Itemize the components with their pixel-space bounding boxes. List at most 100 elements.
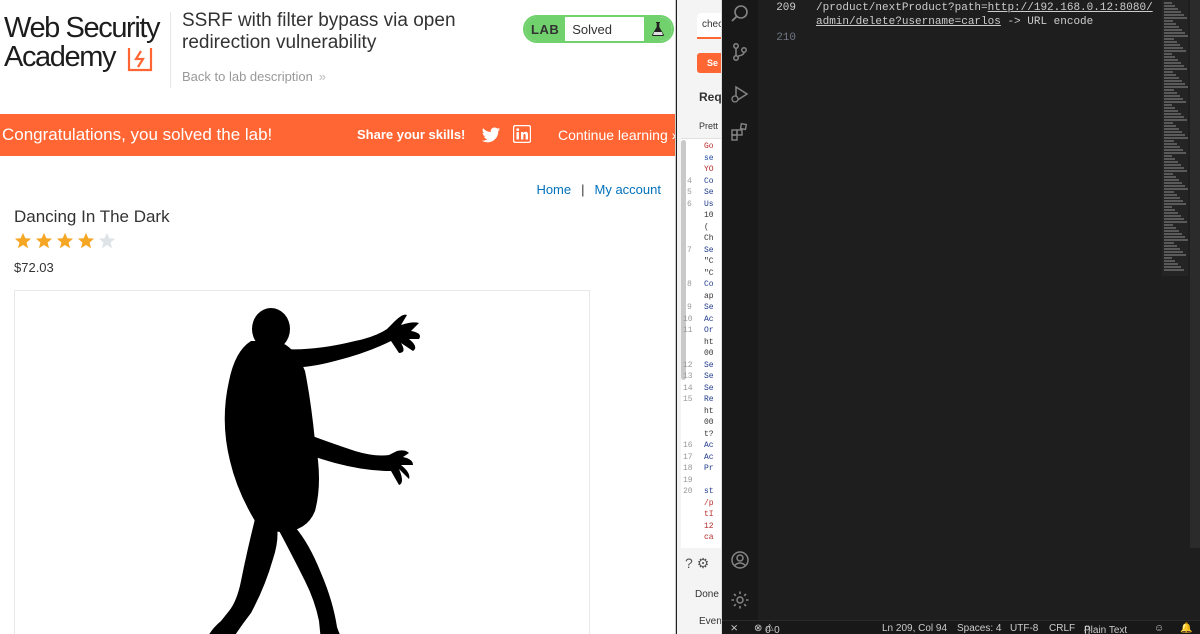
minimap-line	[1164, 38, 1174, 40]
request-line-text: Se	[704, 188, 714, 197]
share-skills-label: Share your skills!	[357, 127, 466, 142]
repeater-tab[interactable]: chec	[697, 13, 721, 37]
browser-pane: Web Security Academy SSRF with filter by…	[0, 0, 676, 634]
search-icon[interactable]	[730, 4, 750, 24]
request-line-text: ca	[704, 533, 714, 542]
active-tab-indicator	[697, 37, 721, 39]
source-control-icon[interactable]	[730, 42, 750, 62]
request-line-text: ap	[704, 291, 714, 301]
account-icon[interactable]	[730, 550, 750, 570]
minimap-line	[1164, 233, 1182, 235]
minimap-line	[1164, 71, 1173, 73]
minimap-line	[1164, 62, 1181, 64]
minimap-line	[1164, 65, 1184, 67]
minimap-line	[1164, 164, 1181, 166]
minimap-line	[1164, 32, 1185, 34]
status-done: Done	[695, 589, 719, 600]
event-log-tab[interactable]: Even	[699, 616, 721, 627]
request-line-text: Co	[704, 176, 714, 186]
request-line-text: "C	[704, 257, 714, 266]
star-filled-icon	[77, 232, 95, 249]
request-line-number: 17	[683, 452, 693, 462]
request-line-text: 00	[704, 418, 714, 427]
request-line-text: Ch	[704, 234, 714, 243]
minimap-line	[1164, 257, 1172, 259]
linkedin-icon[interactable]	[513, 125, 531, 143]
minimap-line	[1164, 191, 1174, 193]
request-line-number: 16	[683, 441, 693, 450]
request-line-text: Ac	[704, 441, 714, 450]
minimap-line	[1164, 68, 1187, 70]
minimap-line	[1164, 242, 1174, 244]
request-line-text: t?	[704, 429, 714, 439]
continue-learning-link[interactable]: Continue learning »	[558, 127, 675, 143]
request-heading: Req	[699, 90, 722, 104]
twitter-icon[interactable]	[481, 125, 501, 145]
minimap-line	[1164, 224, 1173, 226]
request-line-text: Se	[704, 360, 714, 370]
send-button[interactable]: Se	[697, 53, 721, 73]
request-line-number: 9	[687, 303, 692, 312]
minimap-line	[1164, 203, 1186, 205]
minimap-line	[1164, 197, 1180, 199]
notifications-bell-icon[interactable]: 🔔	[1180, 623, 1192, 634]
minimap-line	[1164, 41, 1177, 43]
minimap-line	[1164, 137, 1188, 139]
flask-icon	[644, 17, 672, 41]
gear-icon[interactable]: ⚙	[697, 555, 710, 571]
minimap-line	[1164, 152, 1186, 154]
back-to-lab-description-link[interactable]: Back to lab description »	[182, 69, 326, 84]
eol-setting[interactable]: CRLF	[1049, 623, 1075, 634]
run-debug-icon[interactable]	[730, 84, 750, 104]
minimap-line	[1164, 245, 1177, 247]
minimap-line	[1164, 143, 1177, 145]
text-editor[interactable]: 209 /product/nextProduct?path=http://192…	[758, 0, 1200, 620]
minimap-line	[1164, 263, 1178, 265]
line-number: 209	[776, 2, 796, 14]
extensions-icon[interactable]	[730, 122, 750, 142]
minimap-line	[1164, 206, 1172, 208]
top-nav: Home | My account	[536, 182, 661, 197]
my-account-link[interactable]: My account	[595, 182, 661, 197]
help-icon[interactable]: ?	[685, 555, 693, 571]
pretty-view-tab[interactable]: Prett	[699, 121, 718, 131]
request-line-text: se	[704, 153, 714, 163]
encoding-setting[interactable]: UTF-8	[1010, 623, 1038, 634]
product-image	[14, 290, 590, 634]
problems-indicator[interactable]: ⊗ 0 ⚠ 0	[754, 623, 780, 634]
request-line-text: 10	[704, 211, 714, 220]
line-number: 210	[776, 32, 796, 44]
request-editor-scrollbar[interactable]	[681, 140, 686, 380]
path-text: /product/nextProduct?path=	[816, 2, 988, 14]
request-line-text: Pr	[704, 464, 714, 473]
request-line-text: ht	[704, 337, 714, 347]
minimap-line	[1164, 176, 1176, 178]
home-link[interactable]: Home	[536, 182, 571, 197]
request-line-text: Ac	[704, 314, 714, 324]
cursor-position[interactable]: Ln 209, Col 94	[882, 623, 947, 634]
minimap-line	[1164, 23, 1176, 25]
minimap-line	[1164, 266, 1181, 268]
editor-scrollbar[interactable]	[1188, 0, 1200, 550]
settings-gear-icon[interactable]	[730, 590, 750, 610]
minimap-line	[1164, 248, 1180, 250]
remote-icon[interactable]: ⨯	[730, 623, 738, 634]
minimap-line	[1164, 107, 1175, 109]
lab-status-text: Solved	[572, 21, 612, 37]
minimap-line	[1164, 215, 1181, 217]
minimap-line	[1164, 20, 1173, 22]
star-empty-icon	[98, 232, 116, 249]
request-line-number: 5	[687, 188, 692, 197]
logo-mark-icon	[127, 48, 153, 72]
url-link-continued[interactable]: admin/delete?username=carlos	[816, 16, 1001, 28]
scrollbar-thumb[interactable]	[1190, 0, 1200, 548]
error-count: 0	[765, 625, 771, 634]
web-security-academy-logo[interactable]: Web Security Academy	[4, 12, 170, 76]
indentation-setting[interactable]: Spaces: 4	[957, 623, 1001, 634]
url-link[interactable]: http://192.168.0.12:8080/	[988, 2, 1153, 14]
minimap-line	[1164, 29, 1182, 31]
copilot-icon[interactable]: ☺	[1154, 623, 1164, 634]
minimap[interactable]	[1162, 0, 1188, 276]
request-line-number: 7	[687, 245, 692, 255]
minimap-line	[1164, 251, 1183, 253]
